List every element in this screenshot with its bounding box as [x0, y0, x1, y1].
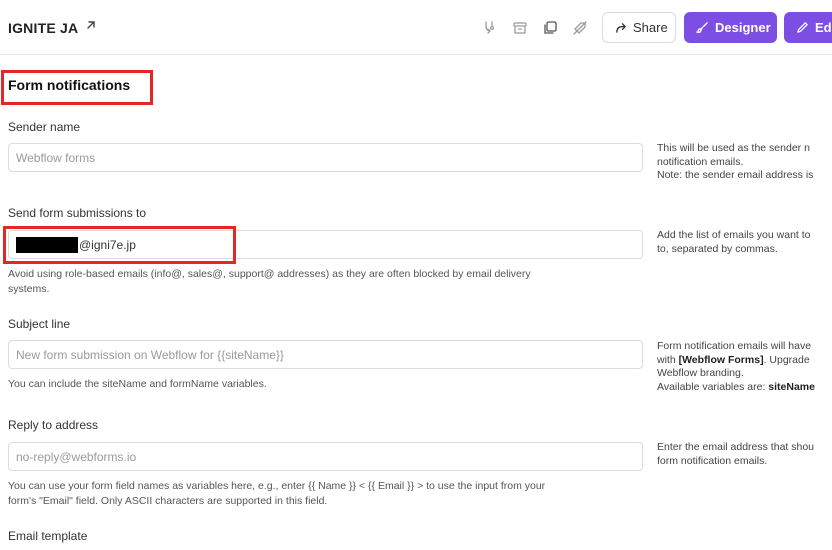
send-to-help-line: Avoid using role-based emails (info@, sa…	[8, 268, 531, 280]
share-button-label: Share	[633, 20, 668, 35]
reply-to-help-line: form's "Email" field. Only ASCII charact…	[8, 495, 328, 507]
merge-icon[interactable]	[481, 20, 497, 36]
edit-button[interactable]: Edi	[784, 12, 832, 43]
email-template-label: Email template	[8, 529, 88, 543]
reply-to-placeholder: no-reply@webforms.io	[16, 449, 137, 464]
reply-to-description-line: Enter the email address that shou	[657, 441, 815, 453]
sender-name-input[interactable]: Webflow forms	[8, 143, 643, 172]
top-bar: IGNITE JA Share Designer Edi	[0, 0, 832, 55]
sender-name-description: This will be used as the sender n notifi…	[657, 142, 832, 183]
subject-description-text: with	[657, 353, 679, 366]
reply-to-input[interactable]: no-reply@webforms.io	[8, 442, 643, 471]
reply-to-description-line: form notification emails.	[657, 454, 768, 467]
share-button[interactable]: Share	[602, 12, 676, 43]
subject-description-line: Webflow branding.	[657, 367, 744, 379]
archive-icon[interactable]	[512, 20, 528, 36]
subject-description-text: Available variables are:	[657, 380, 769, 393]
pencil-icon	[797, 22, 808, 33]
subject-description-line: with [Webflow Forms]. Upgrade	[657, 354, 832, 368]
send-to-description-line: to, separated by commas.	[657, 242, 778, 255]
reply-to-help: You can use your form field names as var…	[8, 479, 648, 509]
subject-help: You can include the siteName and formNam…	[8, 378, 267, 390]
send-to-help: Avoid using role-based emails (info@, sa…	[8, 267, 638, 297]
sender-name-placeholder: Webflow forms	[16, 150, 96, 165]
send-to-description-line: Add the list of emails you want to	[657, 229, 811, 241]
tag-off-icon[interactable]	[572, 20, 588, 36]
send-to-help-line: systems.	[8, 283, 50, 295]
reply-to-description: Enter the email address that shou form n…	[657, 441, 832, 468]
send-to-label: Send form submissions to	[8, 206, 147, 220]
share-arrow-icon	[616, 23, 626, 33]
subject-description-text: . Upgrade	[763, 353, 810, 366]
subject-description-bold: siteName	[768, 380, 815, 393]
site-title: IGNITE JA	[8, 20, 79, 36]
reply-to-help-line: You can use your form field names as var…	[8, 480, 546, 492]
highlight-box-email	[3, 226, 236, 264]
sender-name-description-line: Note: the sender email address is	[657, 169, 814, 181]
subject-description-bold: [Webflow Forms]	[678, 353, 764, 366]
send-to-description: Add the list of emails you want to to, s…	[657, 229, 832, 256]
external-link-icon[interactable]	[84, 18, 98, 32]
reply-to-label: Reply to address	[8, 418, 99, 432]
sender-name-description-line: notification emails.	[657, 155, 744, 168]
subject-description-line: Available variables are: siteName	[657, 381, 832, 395]
designer-button[interactable]: Designer	[684, 12, 777, 43]
sender-name-description-line: This will be used as the sender n	[657, 142, 810, 154]
subject-description: Form notification emails will have with …	[657, 340, 832, 394]
subject-placeholder: New form submission on Webflow for {{sit…	[16, 347, 284, 362]
subject-description-line: Form notification emails will have	[657, 340, 812, 352]
subject-input[interactable]: New form submission on Webflow for {{sit…	[8, 340, 643, 369]
section-title: Form notifications	[8, 77, 131, 93]
subject-label: Subject line	[8, 317, 71, 331]
duplicate-icon[interactable]	[542, 20, 558, 36]
edit-button-label: Edi	[815, 20, 832, 35]
designer-button-label: Designer	[715, 20, 771, 35]
sender-name-label: Sender name	[8, 120, 81, 134]
brush-icon	[696, 22, 708, 34]
